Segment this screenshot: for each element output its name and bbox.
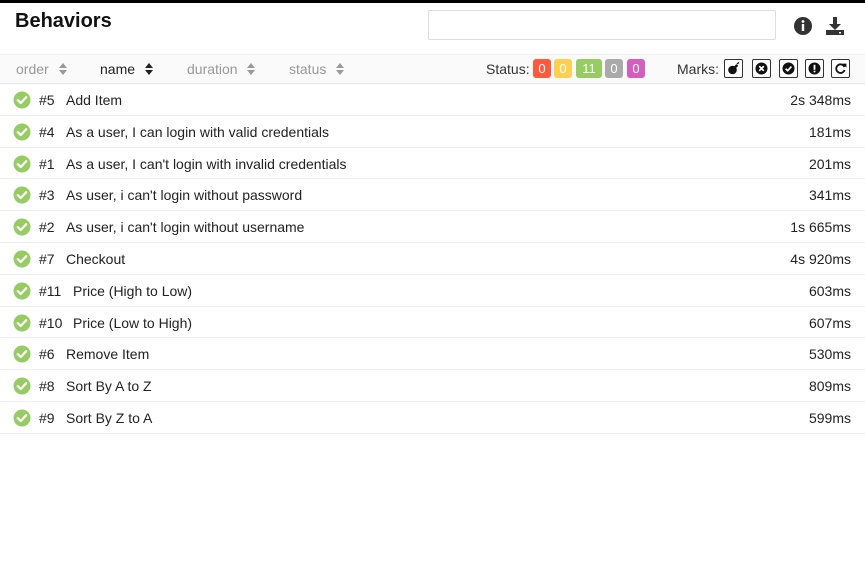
bomb-icon: [728, 62, 740, 75]
mark-new-failed-button[interactable]: [752, 59, 771, 78]
test-order: #3: [39, 187, 55, 204]
mark-new-passed-button[interactable]: [779, 59, 798, 78]
info-icon[interactable]: [792, 15, 814, 37]
test-duration: 201ms: [808, 155, 851, 172]
sort-icon: [144, 62, 153, 75]
test-row[interactable]: #5 Add Item 2s 348ms: [0, 84, 865, 116]
sort-by-status[interactable]: status: [289, 61, 345, 77]
mark-flaky-button[interactable]: [724, 59, 743, 78]
test-order: #6: [39, 346, 55, 363]
page-title: Behaviors: [15, 10, 112, 32]
passed-check-icon: [13, 314, 31, 332]
test-duration: 4s 920ms: [790, 250, 851, 267]
test-duration: 2s 348ms: [790, 92, 851, 108]
test-row[interactable]: #2 As user, i can't login without usernam…: [0, 211, 865, 243]
mark-retries-button[interactable]: [831, 59, 850, 78]
exclamation-circle-icon: [808, 62, 821, 75]
sorter-label: duration: [187, 61, 238, 77]
test-name: As user, i can't login without username: [66, 219, 305, 236]
test-order: #7: [39, 250, 55, 267]
passed-check-icon: [13, 218, 31, 236]
passed-check-icon: [13, 377, 31, 395]
test-name: As user, i can't login without password: [66, 187, 303, 204]
test-order: #4: [39, 123, 55, 140]
test-order: #11: [39, 282, 62, 299]
test-row[interactable]: #11 Price (High to Low) 603ms: [0, 275, 865, 307]
status-badge-passed[interactable]: 11: [576, 59, 602, 78]
test-name: Price (High to Low): [73, 282, 193, 299]
marks-label: Marks:: [677, 61, 719, 77]
mark-new-broken-button[interactable]: [805, 59, 824, 78]
test-order: #2: [39, 219, 55, 236]
status-badge-unknown[interactable]: 0: [627, 59, 645, 78]
test-row[interactable]: #1 As a user, I can't login with invalid …: [0, 148, 865, 180]
sort-icon: [58, 62, 67, 75]
passed-check-icon: [13, 345, 31, 363]
passed-check-icon: [13, 155, 31, 173]
test-name: Checkout: [66, 250, 126, 267]
sorter-label: name: [100, 61, 136, 77]
check-circle-icon: [782, 62, 795, 75]
test-duration: 181ms: [808, 123, 851, 140]
test-list: #5 Add Item 2s 348ms #4 As a user, I can log…: [0, 84, 865, 434]
test-row[interactable]: #8 Sort By A to Z 809ms: [0, 370, 865, 402]
refresh-icon: [835, 63, 847, 74]
passed-check-icon: [13, 250, 31, 268]
passed-check-icon: [13, 91, 31, 109]
test-duration: 341ms: [808, 187, 851, 204]
times-circle-icon: [755, 62, 768, 75]
test-row[interactable]: #10 Price (Low to High) 607ms: [0, 307, 865, 339]
test-row[interactable]: #9 Sort By Z to A 599ms: [0, 402, 865, 434]
test-duration: 607ms: [808, 314, 851, 331]
test-duration: 1s 665ms: [790, 219, 851, 236]
passed-check-icon: [13, 186, 31, 204]
test-name: Add Item: [66, 92, 123, 108]
sort-icon: [336, 62, 345, 75]
test-duration: 530ms: [808, 346, 851, 363]
test-name: Sort By Z to A: [66, 409, 153, 426]
sort-icon: [247, 62, 256, 75]
sorter-label: order: [16, 61, 49, 77]
status-badge-broken[interactable]: 0: [554, 59, 572, 78]
test-name: Remove Item: [66, 346, 150, 363]
status-label: Status:: [486, 61, 530, 77]
test-duration: 603ms: [808, 282, 851, 299]
status-badge-skipped[interactable]: 0: [605, 59, 623, 78]
test-order: #10: [39, 314, 63, 331]
test-row[interactable]: #4 As a user, I can login with valid cred…: [0, 116, 865, 148]
test-duration: 809ms: [808, 378, 851, 395]
test-order: #8: [39, 378, 55, 395]
sort-by-name[interactable]: name: [100, 61, 153, 77]
test-order: #1: [39, 155, 55, 172]
test-order: #5: [39, 92, 55, 108]
sort-by-order[interactable]: order: [16, 61, 67, 77]
top-border: [0, 0, 865, 3]
test-order: #9: [39, 409, 55, 426]
test-row[interactable]: #7 Checkout 4s 920ms: [0, 243, 865, 275]
passed-check-icon: [13, 409, 31, 427]
sorter-label: status: [289, 61, 327, 77]
status-badge-failed[interactable]: 0: [533, 59, 551, 78]
test-name: Price (Low to High): [73, 314, 193, 331]
test-row[interactable]: #3 As user, i can't login without passwor…: [0, 179, 865, 212]
search-input[interactable]: [428, 10, 776, 40]
test-duration: 599ms: [808, 409, 851, 426]
test-name: Sort By A to Z: [66, 378, 152, 395]
passed-check-icon: [13, 123, 31, 141]
test-name: As a user, I can login with valid creden…: [66, 123, 330, 140]
test-name: As a user, I can't login with invalid cr…: [66, 155, 347, 172]
test-row[interactable]: #6 Remove Item 530ms: [0, 338, 865, 371]
passed-check-icon: [13, 282, 31, 300]
toolbar: order name duration status Status: 0 0 1…: [0, 54, 865, 84]
download-icon[interactable]: [824, 15, 846, 37]
sort-by-duration[interactable]: duration: [187, 61, 256, 77]
